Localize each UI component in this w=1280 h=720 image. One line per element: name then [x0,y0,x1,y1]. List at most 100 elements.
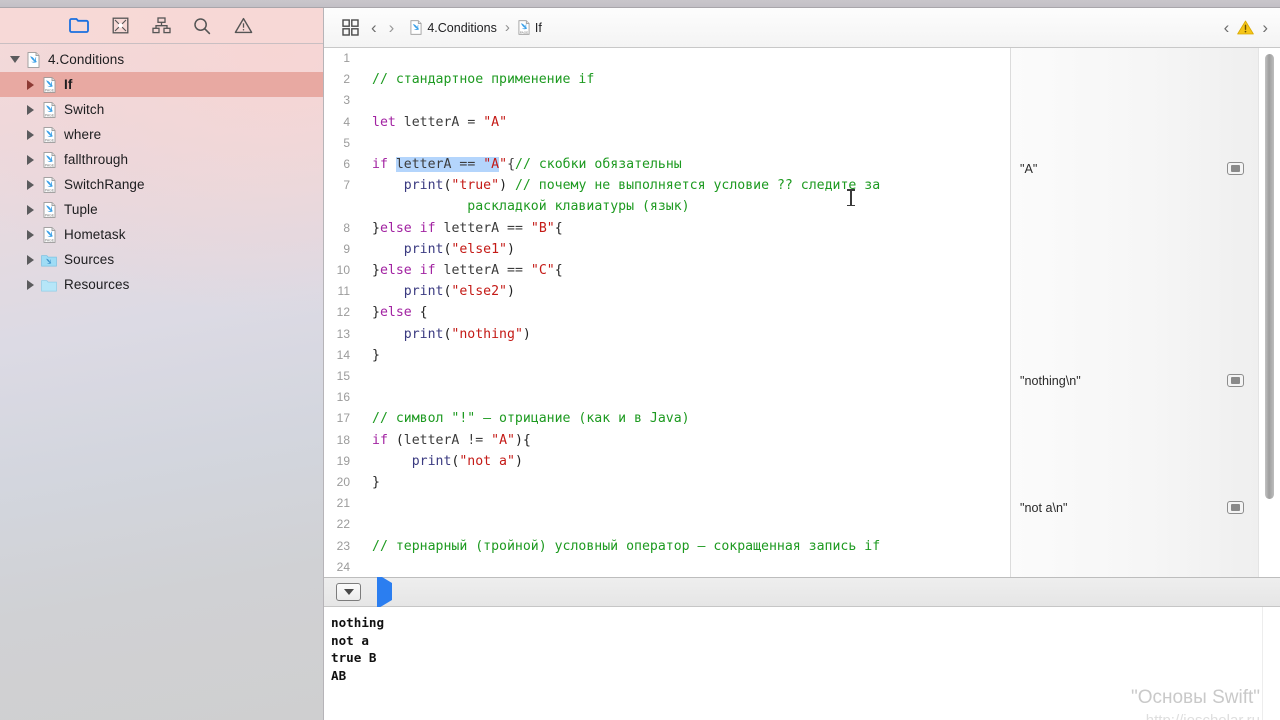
editor-vertical-scrollbar[interactable] [1258,48,1280,577]
tree-item-tuple[interactable]: PAGE Tuple [0,197,323,222]
disclosure-triangle-right-icon[interactable] [22,79,39,90]
breadcrumb-label: If [534,20,542,35]
code-line: 1 [324,48,1010,69]
line-number: 5 [343,135,350,150]
watermark-url: http://ioscholar.ru [1131,711,1260,720]
code-line: 5 [324,133,1010,154]
breadcrumb-item-project[interactable]: 4.Conditions [410,20,497,35]
show-result-button[interactable] [1227,162,1244,176]
issue-next-button[interactable]: › [1262,19,1268,36]
line-number: 21 [336,496,350,511]
code-line: 19 print("not a") [324,451,1010,472]
editor-toolbar: ‹ › 4.Conditions › PAGE If ‹ › [324,8,1280,48]
tree-item-label: Resources [64,277,130,292]
project-navigator-panel: 4.Conditions PAGE If PAGE Switch PAGE wh… [0,8,324,720]
code-line: 23 // тернарный (тройной) условный операт… [324,536,1010,557]
console-output-panel[interactable]: nothing not a true B AB "Основы Swift" h… [324,607,1280,720]
svg-text:PAGE: PAGE [44,113,54,117]
tree-item-switchrange[interactable]: PAGE SwitchRange [0,172,323,197]
tree-item-project[interactable]: 4.Conditions [0,47,323,72]
disclosure-triangle-right-icon[interactable] [22,179,39,190]
code-line-text [358,48,1010,69]
watermark: "Основы Swift" http://ioscholar.ru [1131,685,1260,720]
code-line-text: } [372,347,380,363]
tree-item-sources[interactable]: Sources [0,247,323,272]
line-number: 2 [343,72,350,87]
breadcrumb-label: 4.Conditions [427,20,497,35]
disclosure-triangle-right-icon[interactable] [22,229,39,240]
source-code-editor[interactable]: 1 2 // стандартное применение if 3 4 let le… [324,48,1010,577]
code-line: 12}else { [324,302,1010,323]
playground-page-icon: PAGE [39,201,59,218]
playground-page-icon: PAGE [39,176,59,193]
issue-previous-button[interactable]: ‹ [1224,19,1230,36]
line-number: 13 [336,326,350,341]
tree-item-label: Tuple [64,202,98,217]
find-navigator-icon[interactable] [191,15,213,37]
code-line: 15 [324,366,1010,387]
line-number: 23 [336,538,350,553]
play-icon [377,574,392,609]
swift-playground-icon [23,51,43,68]
window-titlebar [0,0,1280,8]
svg-text:PAGE: PAGE [44,188,54,192]
warning-triangle-icon[interactable] [1237,20,1255,35]
editor-options-button[interactable] [336,16,365,40]
result-value: "nothing\n" [1020,373,1081,388]
line-number: 14 [336,347,350,362]
code-line-text: let letterA = "A" [372,114,508,130]
line-number: 4 [343,114,350,129]
navigator-file-tree: 4.Conditions PAGE If PAGE Switch PAGE wh… [0,44,323,297]
code-line-text [358,366,1010,387]
disclosure-triangle-down-icon[interactable] [6,56,23,63]
run-playground-button[interactable] [377,574,392,609]
console-vertical-scrollbar[interactable] [1262,607,1280,720]
tree-item-switch[interactable]: PAGE Switch [0,97,323,122]
disclosure-triangle-right-icon[interactable] [22,104,39,115]
disclosure-triangle-right-icon[interactable] [22,154,39,165]
project-navigator-icon[interactable] [68,15,90,37]
disclosure-triangle-right-icon[interactable] [22,279,39,290]
line-number: 15 [336,369,350,384]
code-line-text: // тернарный (тройной) условный оператор… [372,538,881,554]
tree-item-where[interactable]: PAGE where [0,122,323,147]
breadcrumb-item-page[interactable]: PAGE If [518,20,542,35]
disclosure-triangle-right-icon[interactable] [22,204,39,215]
watermark-title: "Основы Swift" [1130,687,1260,708]
code-lines: 1 2 // стандартное применение if 3 4 let le… [324,48,1010,577]
symbol-navigator-icon[interactable] [150,15,172,37]
svg-text:PAGE: PAGE [44,88,54,92]
resources-folder-icon [39,278,59,292]
console-options-button[interactable] [336,583,361,601]
code-line: 20} [324,472,1010,493]
code-line-text: }else { [372,305,428,321]
tree-item-if[interactable]: PAGE If [0,72,323,97]
navigator-toolbar [0,8,323,44]
code-line: 6 if letterA == "A"{// скобки обязательны [324,154,1010,175]
navigate-back-button[interactable]: ‹ [365,16,383,40]
tree-item-fallthrough[interactable]: PAGE fallthrough [0,147,323,172]
editor-toolbar-right: ‹ › [1224,19,1268,36]
console-output-text: nothing not a true B AB [331,615,385,683]
show-result-button[interactable] [1227,501,1244,515]
result-value: "not a\n" [1020,500,1068,515]
code-line-text [358,493,1010,514]
navigate-forward-button[interactable]: › [383,16,401,40]
issue-navigator-icon[interactable] [232,15,254,37]
source-control-navigator-icon[interactable] [109,15,131,37]
result-row: "not a\n" [1011,497,1258,518]
disclosure-triangle-right-icon[interactable] [22,129,39,140]
show-result-button[interactable] [1227,374,1244,388]
code-line: 24 [324,557,1010,577]
tree-item-resources[interactable]: Resources [0,272,323,297]
tree-item-hometask[interactable]: PAGE Hometask [0,222,323,247]
scrollbar-thumb[interactable] [1265,54,1274,499]
code-line-text: }else if letterA == "B"{ [372,220,563,236]
line-number: 17 [336,411,350,426]
result-row: "A" [1011,158,1258,179]
disclosure-triangle-right-icon[interactable] [22,254,39,265]
code-line: 18 if (letterA != "A"){ [324,430,1010,451]
sources-folder-icon [39,253,59,267]
code-line-text [358,514,1010,535]
code-line: 16 [324,387,1010,408]
